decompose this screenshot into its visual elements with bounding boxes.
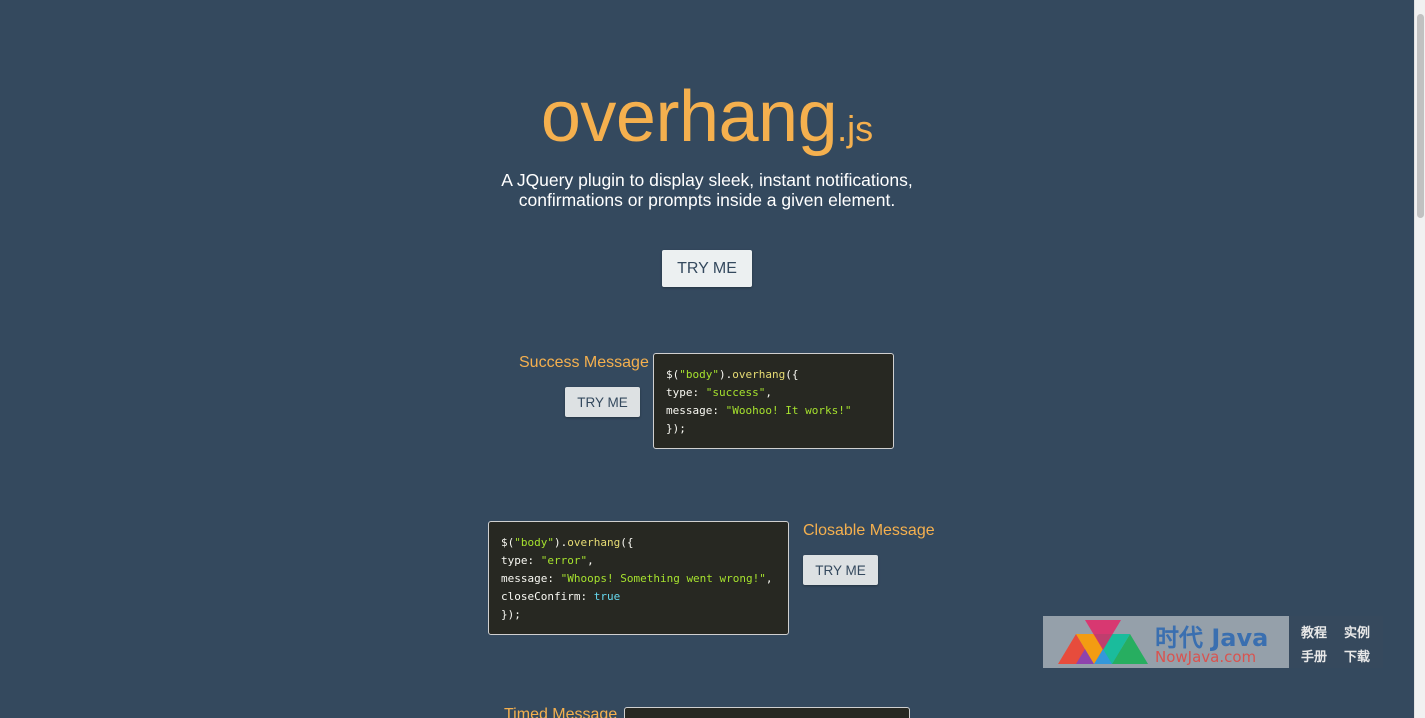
triangle-logo-icon: [1058, 620, 1148, 664]
success-code-block: $("body").overhang({type: "success", mess…: [653, 353, 894, 449]
closable-try-me-button[interactable]: TRY ME: [803, 555, 878, 585]
success-try-me-button[interactable]: TRY ME: [565, 387, 640, 417]
page-title: overhang.js: [0, 76, 1414, 158]
subtitle-line-1: A JQuery plugin to display sleek, instan…: [501, 170, 913, 190]
vertical-scrollbar[interactable]: [1414, 0, 1425, 718]
timed-code-block: [624, 707, 910, 718]
success-message-title: Success Message: [519, 354, 649, 371]
watermark-link-manual[interactable]: 手册: [1301, 646, 1327, 665]
title-main: overhang: [540, 77, 838, 157]
closable-message-title: Closable Message: [803, 522, 935, 539]
watermark-banner[interactable]: 时代 Java NowJava.com 教程 实例 手册 下载: [1043, 616, 1383, 668]
watermark-link-tutorial[interactable]: 教程: [1301, 622, 1327, 641]
timed-message-title: Timed Message: [504, 706, 618, 718]
title-extension: .js: [837, 108, 874, 149]
watermark-links: 教程 实例 手册 下载: [1289, 616, 1383, 668]
subtitle-line-2: confirmations or prompts inside a given …: [518, 190, 896, 210]
watermark-url: NowJava.com: [1155, 648, 1257, 666]
closable-code-block: $("body").overhang({type: "error", messag…: [488, 521, 789, 635]
page-subtitle: A JQuery plugin to display sleek, instan…: [0, 170, 1414, 210]
scrollbar-thumb[interactable]: [1417, 14, 1424, 218]
hero-try-me-button[interactable]: TRY ME: [662, 250, 752, 287]
watermark-link-examples[interactable]: 实例: [1344, 622, 1370, 641]
watermark-link-download[interactable]: 下载: [1344, 646, 1370, 665]
